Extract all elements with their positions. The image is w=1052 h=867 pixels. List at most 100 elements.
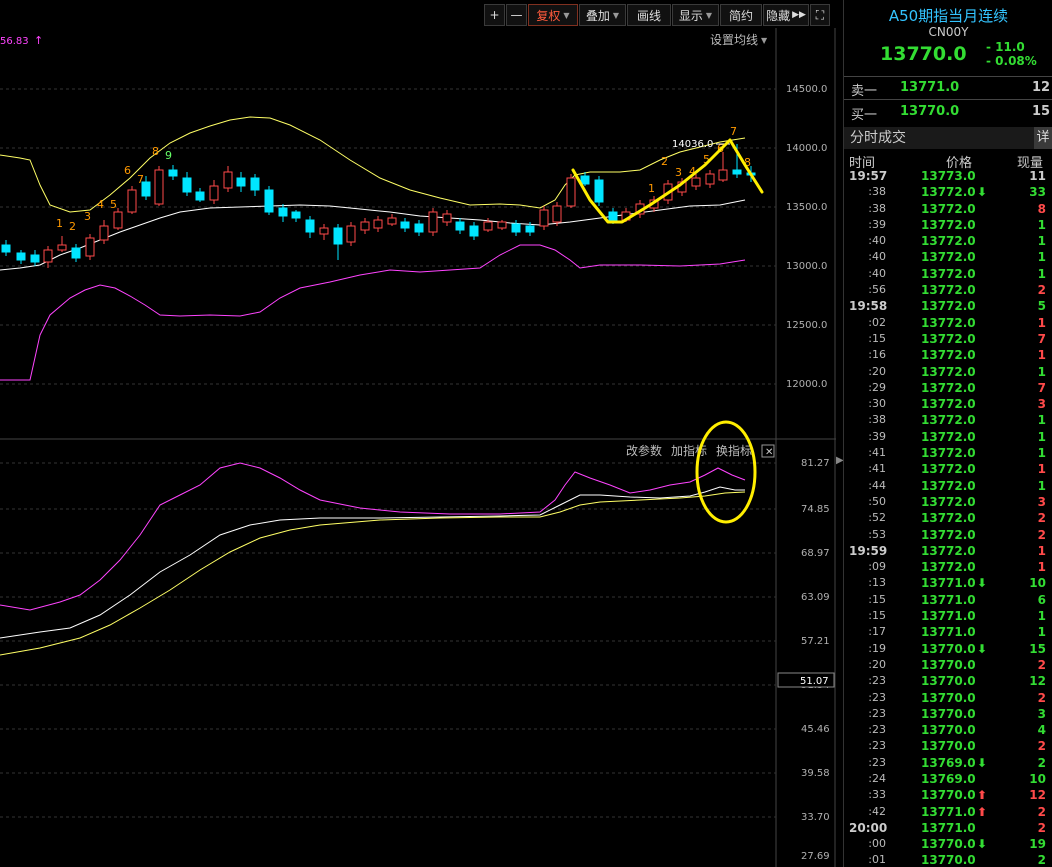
hide-panel-button[interactable]: 隐藏 ▶▶ — [763, 4, 809, 26]
tick-price: 13773.0 — [921, 169, 976, 183]
zoom-out-button[interactable]: — — [506, 4, 527, 26]
indicator-line-k — [0, 462, 746, 611]
candle-body — [511, 223, 521, 233]
price-tick: 12000.0 — [786, 379, 827, 390]
chevron-down-icon: ▼ — [563, 10, 570, 20]
candle-body — [85, 237, 95, 257]
restore-rights-label: 复权 — [536, 8, 561, 23]
tick-row: :33 13770.0 ⬆ 12 — [844, 788, 1052, 804]
simple-mode-button[interactable]: 简约 — [720, 4, 762, 26]
collapse-panel-handle[interactable]: ▶ — [836, 455, 844, 475]
tick-price: 13772.0 — [921, 234, 976, 249]
tick-time: :09 — [868, 560, 886, 574]
tick-time: 19:57 — [849, 169, 888, 183]
tick-volume: 1 — [1037, 478, 1046, 493]
tick-price: 13770.0 — [921, 837, 976, 852]
td-count: 2 — [661, 155, 668, 168]
candle-body — [497, 221, 507, 229]
restore-rights-dropdown[interactable]: 复权 ▼ — [528, 4, 578, 26]
draw-line-button[interactable]: 画线 — [627, 4, 671, 26]
indicator-tick: 33.70 — [801, 812, 830, 823]
tick-time: :33 — [868, 788, 886, 802]
tick-time: :01 — [868, 853, 886, 867]
tick-price: 13772.0 — [921, 543, 976, 558]
tick-price: 13771.0 — [921, 609, 976, 624]
tick-volume: 12 — [1029, 674, 1046, 689]
tick-volume: 2 — [1037, 511, 1046, 526]
tick-row: :23 13769.0 ⬇ 2 — [844, 756, 1052, 772]
price-tick: 14500.0 — [786, 84, 827, 95]
tick-volume: 5 — [1037, 299, 1046, 314]
tick-row: :23 13770.0 2 — [844, 739, 1052, 755]
tick-time: :20 — [868, 364, 886, 378]
candle-body — [264, 189, 274, 213]
tick-list[interactable]: 19:57 13773.0 11:38 13772.0 ⬇ 33:38 13772.0 8:3… — [844, 169, 1052, 867]
tick-time: :13 — [868, 576, 886, 590]
tick-time: 19:58 — [849, 299, 888, 314]
candle-body — [387, 217, 397, 225]
modify-params-button[interactable]: 改参数 — [626, 443, 662, 458]
tick-volume: 6 — [1037, 592, 1046, 607]
candle-body — [223, 171, 233, 189]
candle-body — [580, 175, 590, 185]
arrow-up-icon: ⬆ — [977, 788, 988, 803]
bid-volume: 15 — [1032, 104, 1051, 119]
bid-label: 买一 — [851, 108, 878, 123]
candle-body — [305, 219, 315, 233]
tick-price: 13772.0 — [921, 446, 976, 461]
tick-price: 13772.0 — [921, 429, 976, 444]
tick-time: :23 — [868, 674, 886, 688]
instrument-code: CN00Y — [928, 25, 969, 39]
tick-row: :41 13772.0 1 — [844, 462, 1052, 478]
tick-time: :15 — [868, 331, 886, 345]
tick-row: :00 13770.0 ⬇ 19 — [844, 837, 1052, 853]
indicator-tick: 27.69 — [801, 851, 830, 862]
arrow-down-icon: ⬇ — [977, 576, 988, 591]
tick-price: 13771.0 — [921, 804, 976, 819]
candle-body — [236, 177, 246, 187]
candle-body — [539, 209, 549, 227]
overlay-dropdown[interactable]: 叠加 ▼ — [579, 4, 626, 26]
chevron-down-icon: ▼ — [612, 10, 620, 20]
tick-price: 13772.0 — [921, 250, 976, 265]
tick-time: :16 — [868, 348, 886, 362]
tick-row: :52 13772.0 2 — [844, 511, 1052, 527]
tick-price: 13772.0 — [921, 315, 976, 330]
tick-volume: 2 — [1037, 283, 1046, 298]
candle-body — [291, 211, 301, 219]
display-dropdown[interactable]: 显示 ▼ — [672, 4, 719, 26]
switch-indicator-button[interactable]: 换指标 — [716, 443, 752, 458]
tick-volume: 2 — [1037, 690, 1046, 705]
candle-body — [71, 247, 81, 259]
tick-row: :30 13772.0 3 — [844, 397, 1052, 413]
tick-volume: 3 — [1037, 397, 1046, 412]
tick-volume: 2 — [1037, 527, 1046, 542]
candle-body — [195, 191, 205, 201]
kline-chart[interactable]: 56.83 ↑ 设置均线 ▼ 14500.0 14000.0 13500.0 1… — [0, 28, 836, 867]
zoom-in-button[interactable]: + — [484, 4, 505, 26]
tick-row: :01 13770.0 2 — [844, 853, 1052, 867]
tick-row: :56 13772.0 2 — [844, 283, 1052, 299]
set-ma-button[interactable]: 设置均线 — [710, 33, 758, 47]
tick-volume: 1 — [1037, 266, 1046, 281]
fullscreen-button[interactable]: ⛶ — [810, 4, 830, 26]
tick-price: 13772.0 — [921, 283, 976, 298]
tick-row: :38 13772.0 ⬇ 33 — [844, 185, 1052, 201]
tick-row: 19:57 13773.0 11 — [844, 169, 1052, 185]
td-count: 3 — [84, 210, 91, 223]
indicator-tick: 63.09 — [801, 592, 830, 603]
candle-body — [168, 169, 178, 177]
tick-time: :40 — [868, 266, 886, 280]
tick-row: :15 13772.0 7 — [844, 332, 1052, 348]
tick-row: :38 13772.0 1 — [844, 413, 1052, 429]
td-count: 8 — [152, 145, 159, 158]
instrument-title: A50期指当月连续 — [888, 7, 1009, 25]
tick-time: :23 — [868, 690, 886, 704]
td-count: 1 — [56, 217, 63, 230]
display-label: 显示 — [678, 8, 703, 23]
detail-button[interactable]: 详 — [1034, 127, 1052, 149]
tick-price: 13772.0 — [921, 331, 976, 346]
tick-volume: 1 — [1037, 625, 1046, 640]
tick-price: 13770.0 — [921, 674, 976, 689]
indicator-tick: 81.27 — [801, 458, 830, 469]
